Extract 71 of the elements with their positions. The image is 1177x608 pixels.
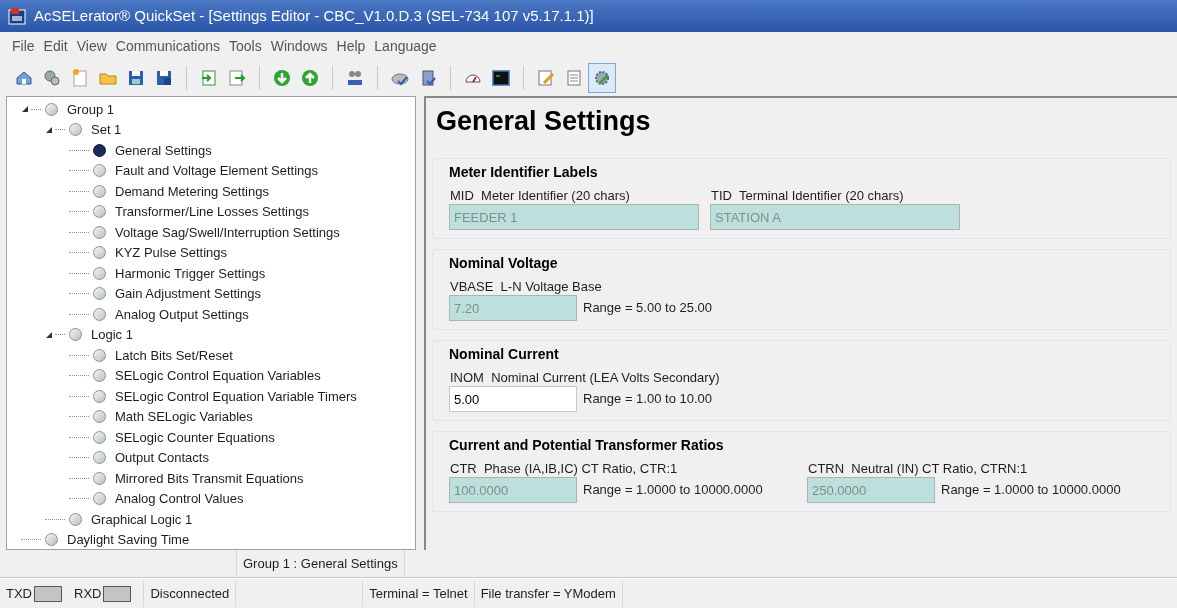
window-title: AcSELerator® QuickSet - [Settings Editor - CBC_V1.0.D.3 (SEL-734 107 v5.17.1.1)]: [34, 5, 594, 26]
gear-icon: [592, 68, 612, 88]
status-label: RXD: [74, 584, 102, 603]
expander-icon[interactable]: [45, 125, 55, 134]
tree-item[interactable]: Graphical Logic 1: [91, 509, 193, 529]
tree-item[interactable]: Group 1: [67, 99, 114, 119]
connection-status: Disconnected: [143, 580, 237, 607]
field-label: MID Meter Identifier (20 chars): [449, 187, 631, 204]
menu-item[interactable]: Windows: [270, 35, 328, 57]
menu-item[interactable]: Language: [374, 35, 437, 57]
tree-item[interactable]: Latch Bits Set/Reset: [115, 345, 233, 365]
menu-item[interactable]: Edit: [43, 35, 68, 57]
up-icon: [300, 68, 320, 88]
tree-item[interactable]: Daylight Saving Time: [67, 530, 190, 549]
page-heading: General Settings: [435, 105, 652, 138]
range-text: Range = 1.00 to 10.00: [583, 390, 713, 409]
tree-item[interactable]: Demand Metering Settings: [115, 181, 269, 201]
terminal-status: Terminal = Telnet: [362, 580, 475, 607]
tree-item[interactable]: SELogic Counter Equations: [115, 427, 275, 447]
save-icon: [126, 68, 146, 88]
tree-item[interactable]: Voltage Sag/Swell/Interruption Settings: [115, 222, 340, 242]
tree-item[interactable]: Output Contacts: [115, 448, 209, 468]
range-text: Range = 1.0000 to 10000.0000: [583, 481, 763, 500]
menu-item[interactable]: File: [12, 35, 35, 57]
down-icon: [272, 68, 292, 88]
input-field[interactable]: 5.00: [449, 386, 577, 412]
tree-item[interactable]: KYZ Pulse Settings: [115, 243, 227, 263]
saveas-icon: [154, 68, 174, 88]
tree-item[interactable]: Set 1: [91, 120, 122, 140]
tree-item[interactable]: Harmonic Trigger Settings: [115, 263, 266, 283]
menu-item[interactable]: Communications: [115, 35, 221, 57]
expander-icon[interactable]: [21, 105, 31, 114]
new-icon: [70, 68, 90, 88]
field-label: INOM Nominal Current (LEA Volts Secondary): [449, 369, 720, 386]
edit-icon: [536, 68, 556, 88]
gears-icon: [42, 68, 62, 88]
range-text: Range = 1.0000 to 10000.0000: [941, 481, 1121, 500]
indicator-light: [34, 585, 62, 602]
tree-item[interactable]: Fault and Voltage Element Settings: [115, 161, 319, 181]
range-text: Range = 5.00 to 25.00: [583, 299, 713, 318]
field-label: CTRN Neutral (IN) CT Ratio, CTRN:1: [807, 460, 1029, 477]
menu-item[interactable]: View: [76, 35, 107, 57]
tree-item[interactable]: SELogic Control Equation Variable Timers: [115, 386, 357, 406]
tree-item[interactable]: Transformer/Line Losses Settings: [115, 202, 309, 222]
doc-icon: [564, 68, 584, 88]
indicator-light: [103, 585, 132, 602]
tree-item[interactable]: Mirrored Bits Transmit Equations: [115, 468, 304, 488]
expander-icon[interactable]: [45, 330, 55, 339]
field-label: CTR Phase (IA,IB,IC) CT Ratio, CTR:1: [449, 460, 679, 477]
tree-item[interactable]: SELogic Control Equation Variables: [115, 366, 321, 386]
app-icon: [8, 7, 26, 25]
export-icon: [227, 68, 247, 88]
menu-item[interactable]: Tools: [229, 35, 262, 57]
tree-item[interactable]: Analog Control Values: [115, 489, 244, 509]
tree-item[interactable]: General Settings: [115, 140, 212, 160]
tree-item[interactable]: Math SELogic Variables: [115, 407, 253, 427]
group-title: Nominal Current: [449, 345, 560, 362]
terminal-icon: [491, 68, 511, 88]
menu-item[interactable]: Help: [336, 35, 366, 57]
tree-item[interactable]: Gain Adjustment Settings: [115, 284, 261, 304]
tree-item[interactable]: Analog Output Settings: [115, 304, 249, 324]
tree-item[interactable]: Logic 1: [91, 325, 133, 345]
group-title: Nominal Voltage: [449, 254, 559, 271]
group-title: Meter Identifier Labels: [449, 163, 599, 180]
import-icon: [199, 68, 219, 88]
status-label: TXD: [6, 584, 32, 603]
breadcrumb-text: Group 1 : General Settings: [236, 549, 405, 578]
field-label: TID Terminal Identifier (20 chars): [710, 187, 905, 204]
group-title: Current and Potential Transformer Ratios: [449, 436, 725, 453]
field-label: VBASE L-N Voltage Base: [449, 278, 603, 295]
file-transfer-status: File transfer = YModem: [474, 580, 623, 607]
